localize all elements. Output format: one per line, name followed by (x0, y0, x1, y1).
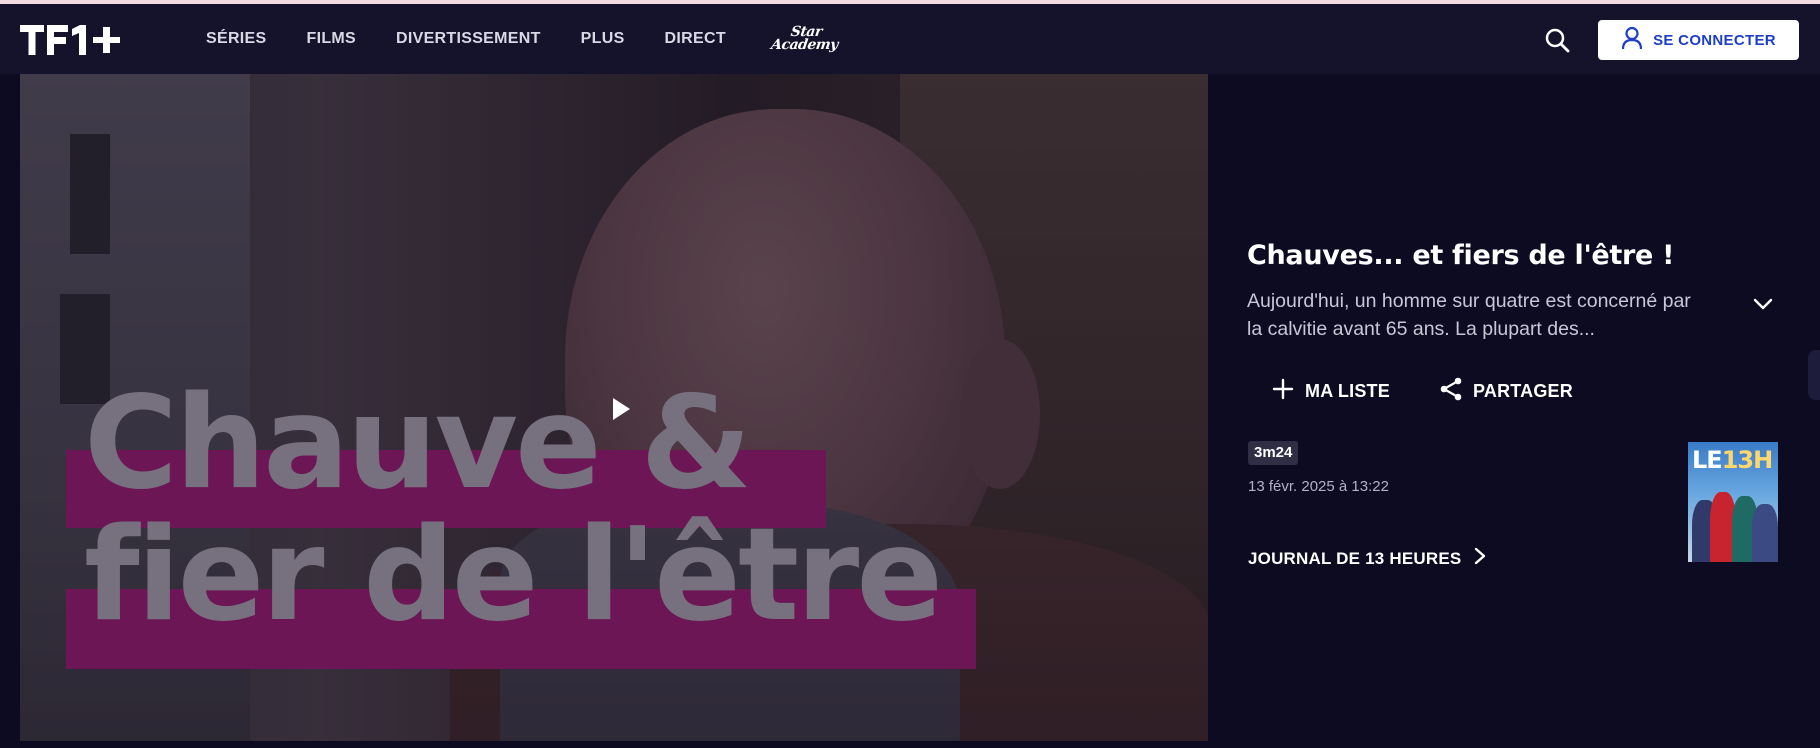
add-to-list-label: MA LISTE (1305, 380, 1390, 401)
tf1-plus-logo[interactable] (20, 23, 138, 57)
share-button[interactable]: PARTAGER (1439, 376, 1573, 406)
video-overlay-title-line2: fier de l'être (84, 501, 943, 650)
share-label: PARTAGER (1473, 380, 1573, 401)
chevron-down-icon[interactable] (1751, 292, 1775, 316)
nav-films[interactable]: FILMS (307, 30, 357, 48)
thumbnail-logo: LE13H (1692, 446, 1773, 474)
plus-icon (1271, 377, 1295, 406)
login-button[interactable]: SE CONNECTER (1598, 20, 1799, 60)
episode-title: Chauves... et fiers de l'être ! (1247, 240, 1675, 271)
share-icon (1439, 376, 1463, 407)
search-icon[interactable] (1543, 26, 1571, 54)
episode-description: Aujourd'hui, un homme sur quatre est con… (1247, 290, 1691, 340)
nav-series[interactable]: SÉRIES (206, 30, 267, 48)
video-overlay-title-line1: Chauve & (84, 369, 752, 518)
login-button-label: SE CONNECTER (1653, 31, 1776, 49)
chevron-right-icon (1473, 546, 1487, 571)
presenter-figure (1752, 504, 1778, 562)
video-player[interactable]: Chauve & fier de l'être (20, 74, 1208, 741)
nav-direct[interactable]: DIRECT (665, 30, 726, 48)
nav-plus[interactable]: PLUS (581, 30, 625, 48)
duration-badge: 3m24 (1248, 441, 1299, 465)
nav-divertissement[interactable]: DIVERTISSEMENT (396, 30, 541, 48)
program-link-label: JOURNAL DE 13 HEURES (1248, 548, 1462, 568)
top-navbar: SÉRIES FILMS DIVERTISSEMENT PLUS DIRECT … (0, 4, 1820, 74)
broadcast-date: 13 févr. 2025 à 13:22 (1248, 478, 1389, 495)
program-link[interactable]: JOURNAL DE 13 HEURES (1248, 546, 1487, 571)
side-panel-tab[interactable] (1808, 350, 1820, 400)
nav-star-academy-logo[interactable]: Star Academy (769, 24, 840, 53)
program-thumbnail[interactable]: LE13H (1688, 442, 1778, 562)
user-icon (1621, 26, 1643, 55)
star-academy-line2: Academy (769, 37, 839, 53)
add-to-list-button[interactable]: MA LISTE (1271, 376, 1390, 406)
main-nav: SÉRIES FILMS DIVERTISSEMENT PLUS DIRECT … (206, 4, 839, 74)
play-icon[interactable] (608, 394, 634, 424)
